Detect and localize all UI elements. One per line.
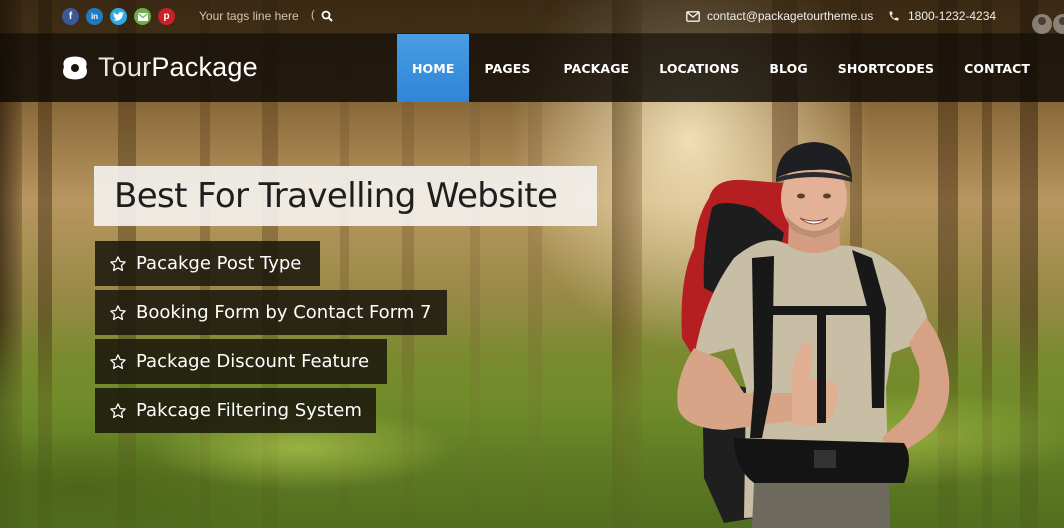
decorative-corner-logo-icon [1032, 14, 1064, 34]
contact-phone[interactable]: 1800-1232-4234 [888, 9, 996, 23]
star-outline-icon [110, 255, 126, 271]
feature-label: Pacakge Post Type [136, 253, 302, 274]
logo-text-light: Tour [98, 52, 152, 82]
facebook-icon[interactable]: f [62, 8, 79, 25]
tagline-separator: ( [311, 9, 315, 21]
tagline-text: Your tags line here [199, 9, 299, 23]
trousers [752, 483, 890, 528]
site-logo[interactable]: TourPackage [62, 52, 258, 83]
email-share-icon[interactable] [134, 8, 151, 25]
feature-label: Package Discount Feature [136, 351, 370, 372]
star-outline-icon [110, 304, 126, 320]
hip-belt-buckle [814, 450, 836, 468]
logo-text: TourPackage [98, 52, 258, 83]
top-info-bar: f in p Your tags line here ( contact@pac… [0, 0, 1064, 34]
nav-item-pages[interactable]: PAGES [469, 34, 551, 102]
nav-item-package[interactable]: PACKAGE [551, 34, 650, 102]
star-outline-icon [110, 402, 126, 418]
nav-item-contact[interactable]: CONTACT [955, 34, 1045, 102]
envelope-glyph [137, 12, 148, 21]
right-eye [823, 193, 831, 199]
phone-icon [889, 11, 899, 21]
feature-item: Pacakge Post Type [95, 241, 320, 286]
social-links: f in p [62, 8, 175, 25]
contact-email-text[interactable]: contact@packagetourtheme.us [707, 9, 873, 23]
twitter-icon[interactable] [110, 8, 127, 25]
twitter-bird-glyph [113, 12, 124, 21]
pinterest-icon[interactable]: p [158, 8, 175, 25]
search-icon[interactable] [321, 10, 333, 22]
feature-item: Package Discount Feature [95, 339, 387, 384]
logo-flower-icon [63, 56, 87, 79]
left-eye [797, 193, 805, 199]
hiker-with-backpack-image [677, 142, 950, 528]
nav-item-shortcodes[interactable]: SHORTCODES [829, 34, 955, 102]
center-strap [817, 313, 826, 423]
feature-item: Booking Form by Contact Form 7 [95, 290, 447, 335]
main-navigation: HOME PAGES PACKAGE LOCATIONS BLOG SHORTC… [397, 34, 1045, 102]
envelope-icon [686, 10, 700, 22]
main-header: TourPackage HOME PAGES PACKAGE LOCATIONS… [0, 34, 1064, 102]
contact-email[interactable]: contact@packagetourtheme.us [686, 9, 873, 23]
logo-text-bold: Package [151, 52, 258, 82]
feature-label: Pakcage Filtering System [136, 400, 362, 421]
star-outline-icon [110, 353, 126, 369]
nav-item-locations[interactable]: LOCATIONS [650, 34, 760, 102]
feature-item: Pakcage Filtering System [95, 388, 376, 433]
hero-headline: Best For Travelling Website [94, 166, 597, 226]
feature-label: Booking Form by Contact Form 7 [136, 302, 432, 323]
contact-phone-text[interactable]: 1800-1232-4234 [908, 9, 996, 23]
linkedin-icon[interactable]: in [86, 8, 103, 25]
nav-item-blog[interactable]: BLOG [760, 34, 828, 102]
nav-item-home[interactable]: HOME [397, 34, 470, 102]
